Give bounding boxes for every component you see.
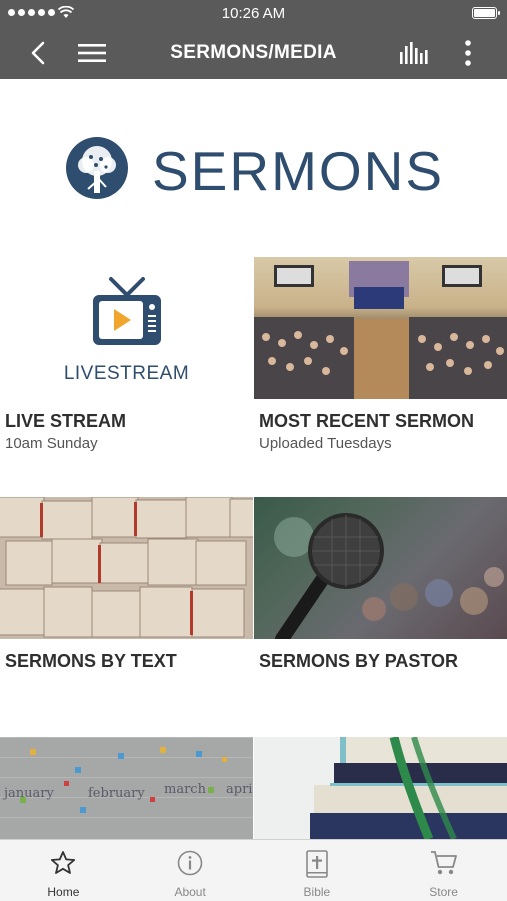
tile-subtitle: Uploaded Tuesdays bbox=[259, 435, 392, 452]
tab-about[interactable]: About bbox=[127, 840, 254, 901]
top-navigation-bar: SERMONS/MEDIA bbox=[0, 27, 507, 79]
tile-label: MOST RECENT SERMON bbox=[259, 411, 475, 431]
tab-store[interactable]: Store bbox=[380, 840, 507, 901]
tile-calendar[interactable]: january february march april bbox=[0, 737, 253, 839]
tile-label: LIVE STREAM bbox=[5, 411, 127, 431]
livestream-caption: LIVESTREAM bbox=[63, 363, 190, 384]
bible-icon bbox=[306, 850, 328, 878]
tile-label: SERMONS BY TEXT bbox=[5, 651, 177, 671]
tab-bible[interactable]: Bible bbox=[254, 840, 381, 901]
tab-label: Home bbox=[47, 885, 80, 899]
audio-bars-icon bbox=[400, 42, 428, 64]
microphone-image bbox=[254, 497, 507, 639]
tile-label: SERMONS BY PASTOR bbox=[259, 651, 459, 671]
tile-sermons-by-pastor[interactable]: SERMONS BY PASTOR bbox=[254, 497, 507, 737]
tab-label: Store bbox=[429, 885, 458, 899]
bottom-tab-bar: Home About Bible Store bbox=[0, 839, 507, 901]
banner-title: SERMONS bbox=[152, 140, 445, 202]
calendar-word: february bbox=[88, 786, 145, 801]
status-bar: 10:26 AM bbox=[0, 0, 507, 27]
tile-live-stream[interactable]: LIVESTREAM LIVE STREAM 10am Sunday bbox=[0, 257, 253, 497]
church-sanctuary-image bbox=[254, 257, 507, 399]
info-icon bbox=[177, 850, 203, 876]
audio-player-button[interactable] bbox=[398, 37, 430, 69]
star-icon bbox=[51, 851, 76, 874]
more-vertical-icon bbox=[465, 40, 471, 66]
calendar-word: april bbox=[226, 782, 253, 797]
tile-books[interactable] bbox=[254, 737, 507, 839]
status-time: 10:26 AM bbox=[221, 5, 286, 22]
calendar-word: january bbox=[2, 786, 54, 801]
calendar-image: january february march april bbox=[0, 737, 253, 839]
tile-sermons-by-text[interactable]: SERMONS BY TEXT bbox=[0, 497, 253, 737]
open-bibles-image bbox=[0, 497, 253, 639]
sermons-banner: SERMONS bbox=[0, 79, 507, 257]
tile-subtitle: 10am Sunday bbox=[5, 435, 98, 452]
page-title: SERMONS/MEDIA bbox=[170, 42, 337, 63]
tab-label: About bbox=[174, 885, 206, 899]
more-options-button[interactable] bbox=[452, 37, 484, 69]
battery-icon bbox=[472, 7, 500, 19]
book-stack-image bbox=[254, 737, 507, 839]
tab-home[interactable]: Home bbox=[0, 840, 127, 901]
tree-logo-icon bbox=[66, 137, 128, 199]
cart-icon bbox=[430, 851, 457, 875]
tab-label: Bible bbox=[303, 885, 331, 899]
livestream-image: LIVESTREAM bbox=[0, 257, 253, 399]
tile-most-recent-sermon[interactable]: MOST RECENT SERMON Uploaded Tuesdays bbox=[254, 257, 507, 497]
calendar-word: march bbox=[164, 782, 207, 797]
tv-play-icon bbox=[93, 277, 161, 345]
